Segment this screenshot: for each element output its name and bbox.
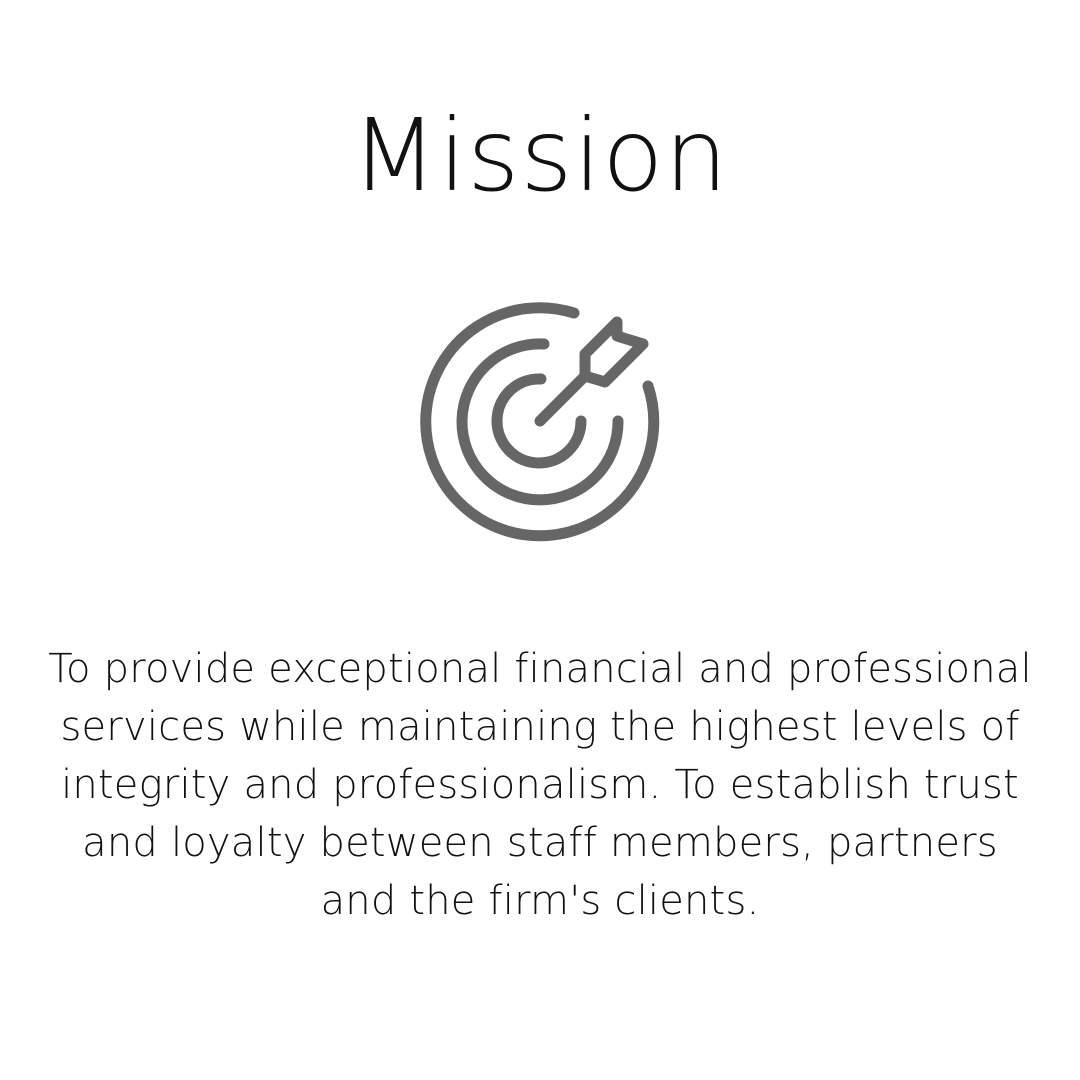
mission-statement: To provide exceptional financial and pro…	[48, 646, 1032, 924]
target-arrow-icon	[415, 298, 665, 548]
page-title: Mission	[351, 97, 729, 214]
